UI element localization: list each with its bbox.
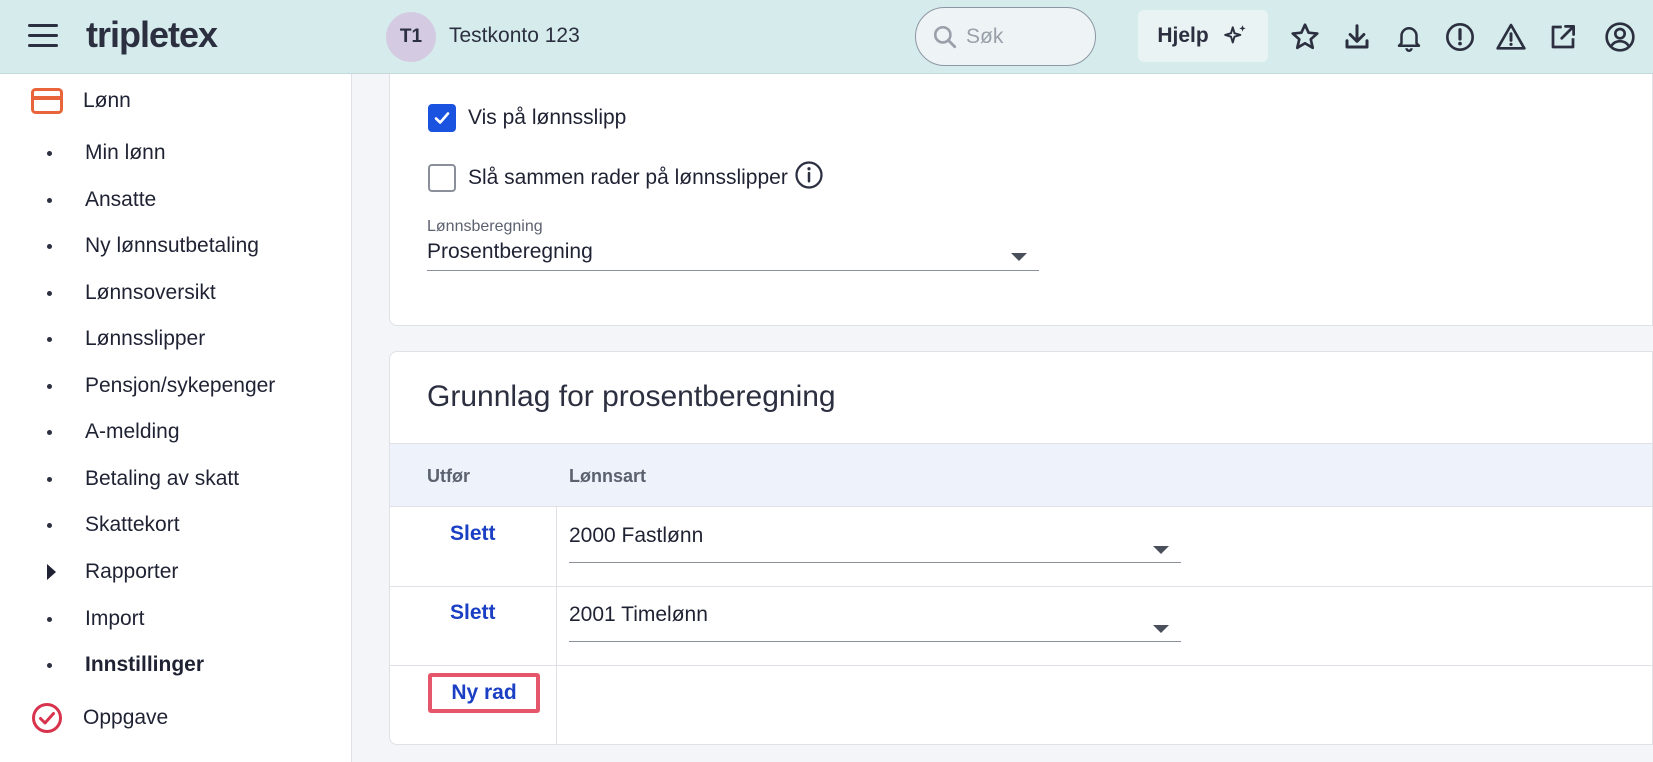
sparkle-icon xyxy=(1223,25,1246,44)
sidebar-item-betaling-av-skatt[interactable]: Betaling av skatt xyxy=(45,467,239,491)
show-on-payslip-label: Vis på lønnsslipp xyxy=(468,106,627,129)
dropdown-arrow-icon xyxy=(1153,625,1169,633)
section-title: Grunnlag for prosentberegning xyxy=(427,380,836,413)
sidebar-item-label: Betaling av skatt xyxy=(85,467,240,490)
sidebar-item-label: Ansatte xyxy=(85,188,157,211)
search-box[interactable] xyxy=(915,7,1096,66)
bell-icon[interactable] xyxy=(1391,19,1427,55)
delete-row-button[interactable]: Slett xyxy=(450,601,496,625)
sidebar-item-ansatte[interactable]: Ansatte xyxy=(45,188,156,212)
sidebar-item-skattekort[interactable]: Skattekort xyxy=(45,513,180,537)
sidebar-item-label: Import xyxy=(85,607,145,630)
percentage-basis-card: Grunnlag for prosentberegning Utfør Lønn… xyxy=(389,351,1653,745)
sidebar-item-lonnsoversikt[interactable]: Lønnsoversikt xyxy=(45,281,216,305)
table-row: Slett 2001 Timelønn xyxy=(390,587,1652,666)
bullet xyxy=(47,336,52,342)
merge-rows-label: Slå sammen rader på lønnsslipper xyxy=(468,166,788,189)
table-header: Utfør Lønnsart xyxy=(390,443,1652,507)
sidebar-item-innstillinger[interactable]: Innstillinger xyxy=(45,653,204,677)
check-circle-icon xyxy=(30,701,64,735)
top-bar: tripletex T1 Testkonto 123 Hjelp xyxy=(0,0,1653,74)
account-name[interactable]: Testkonto 123 xyxy=(449,24,580,48)
bullet xyxy=(47,522,52,528)
help-button[interactable]: Hjelp xyxy=(1138,10,1268,62)
bullet xyxy=(47,383,52,389)
checkmark-icon xyxy=(434,112,450,124)
bullet xyxy=(47,429,52,435)
bullet xyxy=(47,150,52,156)
sidebar-item-label: Lønnsslipper xyxy=(85,327,206,350)
merge-rows-checkbox[interactable] xyxy=(428,164,456,192)
bullet xyxy=(47,290,52,296)
bullet xyxy=(47,197,52,203)
bullet xyxy=(47,243,52,249)
sidebar-item-lonnsslipper[interactable]: Lønnsslipper xyxy=(45,327,205,351)
wage-type-select[interactable]: 2001 Timelønn xyxy=(569,599,1181,642)
show-on-payslip-checkbox[interactable] xyxy=(428,104,456,132)
alert-circle-icon[interactable] xyxy=(1442,19,1478,55)
wage-type-value: 2001 Timelønn xyxy=(569,603,708,626)
help-label: Hjelp xyxy=(1157,24,1209,47)
sidebar-item-rapporter[interactable]: Rapporter xyxy=(45,560,178,584)
sidebar-item-label: Skattekort xyxy=(85,513,180,536)
search-icon xyxy=(933,25,957,48)
wage-type-value: 2000 Fastlønn xyxy=(569,524,704,547)
sidebar-item-a-melding[interactable]: A-melding xyxy=(45,420,180,444)
card-icon xyxy=(30,84,64,118)
wage-type-select[interactable]: 2000 Fastlønn xyxy=(569,520,1181,563)
sidebar-item-label: Innstillinger xyxy=(85,653,205,676)
sidebar-item-pensjon-sykepenger[interactable]: Pensjon/sykepenger xyxy=(45,374,275,398)
settings-card: Vis på lønnsslipp Slå sammen rader på lø… xyxy=(389,74,1653,326)
sidebar-item-label: Ny lønnsutbetaling xyxy=(85,234,259,257)
info-icon[interactable] xyxy=(794,160,824,190)
account-avatar[interactable]: T1 xyxy=(386,12,436,62)
sidebar-section-lonn[interactable]: Lønn xyxy=(30,84,131,118)
star-icon[interactable] xyxy=(1287,19,1323,55)
column-header-wage-type: Lønnsart xyxy=(569,466,647,486)
dropdown-arrow-icon xyxy=(1011,253,1027,261)
bullet xyxy=(47,662,52,668)
external-link-icon[interactable] xyxy=(1545,19,1581,55)
bullet xyxy=(47,476,52,482)
merge-rows-row: Slå sammen rader på lønnsslipper xyxy=(428,161,824,192)
sidebar-section-label: Oppgave xyxy=(83,706,169,729)
caret-right-icon xyxy=(47,564,56,580)
logo[interactable]: tripletex xyxy=(86,14,218,56)
sidebar-item-import[interactable]: Import xyxy=(45,607,145,631)
sidebar-item-label: Rapporter xyxy=(85,560,179,583)
download-icon[interactable] xyxy=(1339,19,1375,55)
salary-calc-label: Lønnsberegning xyxy=(427,218,543,235)
menu-icon[interactable] xyxy=(28,24,58,50)
sidebar-item-ny-lonnsutbetaling[interactable]: Ny lønnsutbetaling xyxy=(45,234,259,258)
sidebar-item-label: Lønnsoversikt xyxy=(85,281,216,304)
bullet xyxy=(47,616,52,622)
salary-calc-value[interactable]: Prosentberegning xyxy=(427,236,1039,271)
dropdown-arrow-icon xyxy=(1153,546,1169,554)
sidebar-item-label: Min lønn xyxy=(85,141,166,164)
user-circle-icon[interactable] xyxy=(1602,19,1638,55)
column-header-action: Utfør xyxy=(427,466,470,486)
salary-calc-text: Prosentberegning xyxy=(427,240,593,263)
sidebar-item-min-lonn[interactable]: Min lønn xyxy=(45,141,166,165)
warning-icon[interactable] xyxy=(1493,19,1529,55)
table-row: Slett 2000 Fastlønn xyxy=(390,508,1652,587)
sidebar-item-label: A-melding xyxy=(85,420,180,443)
sidebar-section-oppgave[interactable]: Oppgave xyxy=(30,701,168,735)
sidebar-item-label: Pensjon/sykepenger xyxy=(85,374,276,397)
sidebar-section-label: Lønn xyxy=(83,89,131,112)
show-on-payslip-row: Vis på lønnsslipp xyxy=(428,104,626,132)
search-input[interactable] xyxy=(966,24,1086,49)
sidebar: Lønn Min lønn Ansatte Ny lønnsutbetaling… xyxy=(0,74,352,762)
new-row-button[interactable]: Ny rad xyxy=(428,673,540,713)
salary-calc-select[interactable]: Lønnsberegning Prosentberegning xyxy=(427,218,1039,271)
delete-row-button[interactable]: Slett xyxy=(450,522,496,546)
